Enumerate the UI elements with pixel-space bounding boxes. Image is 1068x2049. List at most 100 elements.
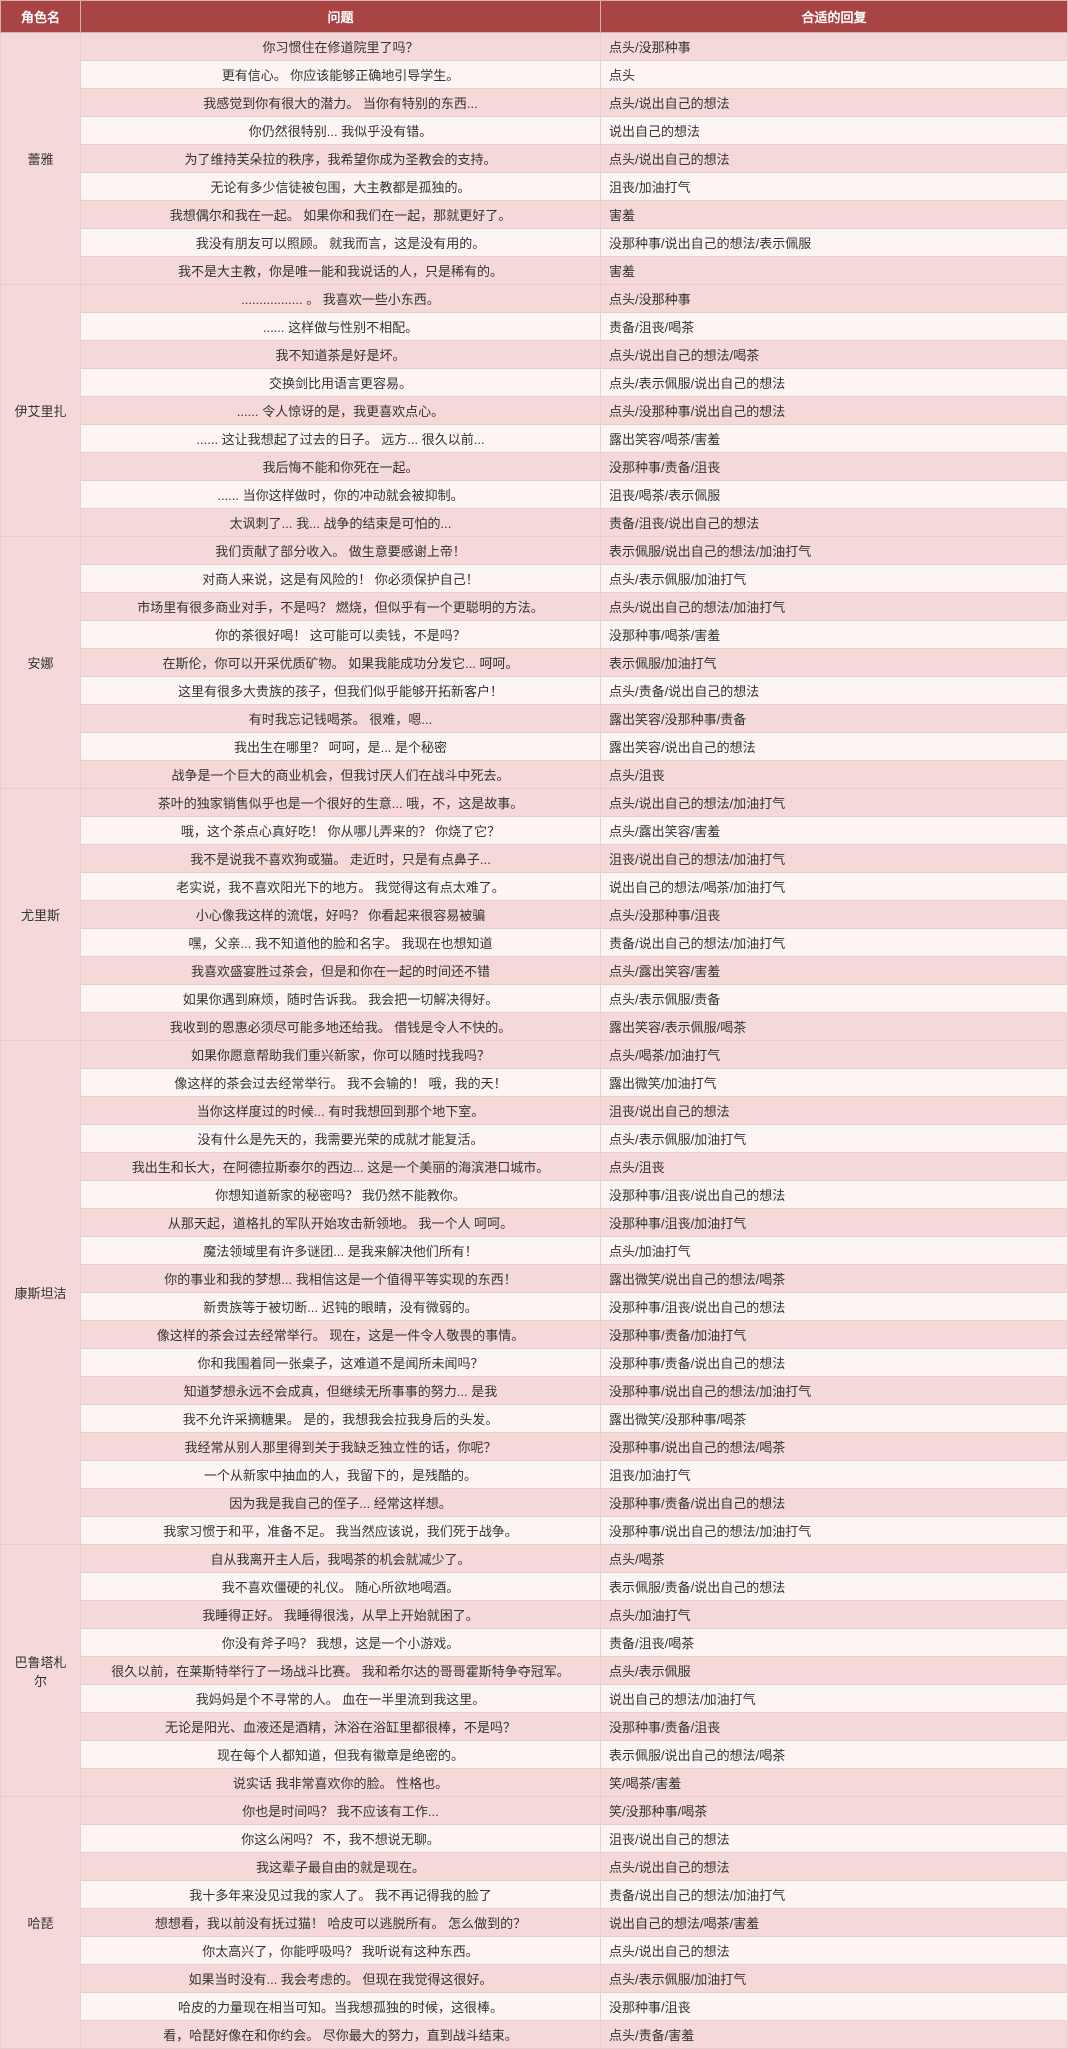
table-row: 你想知道新家的秘密吗？ 我仍然不能教你。没那种事/沮丧/说出自己的想法: [1, 1181, 1068, 1209]
table-row: 有时我忘记钱喝茶。 很难，嗯...露出笑容/没那种事/责备: [1, 705, 1068, 733]
question-cell: ...... 这样做与性别不相配。: [81, 313, 601, 341]
answer-cell: 露出笑容/喝茶/害羞: [601, 425, 1068, 453]
question-cell: 我家习惯于和平，准备不足。 我当然应该说，我们死于战争。: [81, 1517, 601, 1545]
question-cell: ...... 当你这样做时，你的冲动就会被抑制。: [81, 481, 601, 509]
answer-cell: 点头/喝茶: [601, 1545, 1068, 1573]
question-cell: 我想偶尔和我在一起。 如果你和我们在一起，那就更好了。: [81, 201, 601, 229]
table-row: 你的茶很好喝！ 这可能可以卖钱，不是吗？没那种事/喝茶/害羞: [1, 621, 1068, 649]
question-cell: 我十多年来没见过我的家人了。 我不再记得我的脸了: [81, 1881, 601, 1909]
table-row: 很久以前，在莱斯特举行了一场战斗比赛。 我和希尔达的哥哥霍斯特争夺冠军。点头/表…: [1, 1657, 1068, 1685]
question-cell: 像这样的茶会过去经常举行。 现在，这是一件令人敬畏的事情。: [81, 1321, 601, 1349]
question-cell: 你没有斧子吗？ 我想，这是一个小游戏。: [81, 1629, 601, 1657]
answer-cell: 点头/喝茶/加油打气: [601, 1041, 1068, 1069]
answer-cell: 责备/说出自己的想法/加油打气: [601, 929, 1068, 957]
answer-cell: 表示佩服/说出自己的想法/加油打气: [601, 537, 1068, 565]
table-row: 战争是一个巨大的商业机会，但我讨厌人们在战斗中死去。点头/沮丧: [1, 761, 1068, 789]
question-cell: 你想知道新家的秘密吗？ 我仍然不能教你。: [81, 1181, 601, 1209]
question-cell: 我不喜欢僵硬的礼仪。 随心所欲地喝酒。: [81, 1573, 601, 1601]
answer-cell: 说出自己的想法/喝茶/加油打气: [601, 873, 1068, 901]
header-character: 角色名: [1, 1, 81, 33]
answer-cell: 责备/沮丧/喝茶: [601, 1629, 1068, 1657]
table-row: 我不是说我不喜欢狗或猫。 走近时，只是有点鼻子...沮丧/说出自己的想法/加油打…: [1, 845, 1068, 873]
table-row: 像这样的茶会过去经常举行。 我不会输的！ 哦，我的天！露出微笑/加油打气: [1, 1069, 1068, 1097]
answer-cell: 没那种事/说出自己的想法/加油打气: [601, 1517, 1068, 1545]
table-row: 我想偶尔和我在一起。 如果你和我们在一起，那就更好了。害羞: [1, 201, 1068, 229]
question-cell: 我不是大主教，你是唯一能和我说话的人，只是稀有的。: [81, 257, 601, 285]
question-cell: 从那天起，道格扎的军队开始攻击新领地。 我一个人 呵呵。: [81, 1209, 601, 1237]
table-row: ...... 当你这样做时，你的冲动就会被抑制。沮丧/喝茶/表示佩服: [1, 481, 1068, 509]
answer-cell: 责备/说出自己的想法/加油打气: [601, 1881, 1068, 1909]
answer-cell: 点头/表示佩服/责备: [601, 985, 1068, 1013]
table-row: 我出生在哪里？ 呵呵，是... 是个秘密露出笑容/说出自己的想法: [1, 733, 1068, 761]
table-row: 如果你遇到麻烦，随时告诉我。 我会把一切解决得好。点头/表示佩服/责备: [1, 985, 1068, 1013]
table-row: 为了维持芙朵拉的秩序，我希望你成为圣教会的支持。点头/说出自己的想法: [1, 145, 1068, 173]
table-row: 想想看，我以前没有抚过猫！ 哈皮可以逃脱所有。 怎么做到的？说出自己的想法/喝茶…: [1, 1909, 1068, 1937]
question-cell: ...... 令人惊讶的是，我更喜欢点心。: [81, 397, 601, 425]
question-cell: 想想看，我以前没有抚过猫！ 哈皮可以逃脱所有。 怎么做到的？: [81, 1909, 601, 1937]
answer-cell: 没那种事/沮丧: [601, 1993, 1068, 2021]
question-cell: 我喜欢盛宴胜过茶会，但是和你在一起的时间还不错: [81, 957, 601, 985]
table-row: 我出生和长大，在阿德拉斯泰尔的西边... 这是一个美丽的海滨港口城市。点头/沮丧: [1, 1153, 1068, 1181]
answer-cell: 没那种事/说出自己的想法/喝茶: [601, 1433, 1068, 1461]
question-cell: ................. 。 我喜欢一些小东西。: [81, 285, 601, 313]
table-row: 无论有多少信徒被包围，大主教都是孤独的。沮丧/加油打气: [1, 173, 1068, 201]
table-row: 安娜我们贡献了部分收入。 做生意要感谢上帝！表示佩服/说出自己的想法/加油打气: [1, 537, 1068, 565]
answer-cell: 点头/没那种事/说出自己的想法: [601, 397, 1068, 425]
question-cell: 知道梦想永远不会成真，但继续无所事事的努力... 是我: [81, 1377, 601, 1405]
table-row: 我妈妈是个不寻常的人。 血在一半里流到我这里。说出自己的想法/加油打气: [1, 1685, 1068, 1713]
question-cell: 你习惯住在修道院里了吗？: [81, 33, 601, 61]
answer-cell: 点头/说出自己的想法: [601, 1937, 1068, 1965]
question-cell: 交换剑比用语言更容易。: [81, 369, 601, 397]
answer-cell: 没那种事/责备/沮丧: [601, 453, 1068, 481]
question-cell: 小心像我这样的流氓，好吗？ 你看起来很容易被骗: [81, 901, 601, 929]
question-cell: 现在每个人都知道，但我有徽章是绝密的。: [81, 1741, 601, 1769]
answer-cell: 说出自己的想法/加油打气: [601, 1685, 1068, 1713]
table-row: 哈皮的力量现在相当可知。当我想孤独的时候，这很棒。没那种事/沮丧: [1, 1993, 1068, 2021]
question-cell: 对商人来说，这是有风险的！ 你必须保护自己！: [81, 565, 601, 593]
answer-cell: 没那种事/说出自己的想法/加油打气: [601, 1377, 1068, 1405]
question-cell: 更有信心。 你应该能够正确地引导学生。: [81, 61, 601, 89]
answer-cell: 点头: [601, 61, 1068, 89]
question-cell: 我不是说我不喜欢狗或猫。 走近时，只是有点鼻子...: [81, 845, 601, 873]
answer-cell: 露出微笑/说出自己的想法/喝茶: [601, 1265, 1068, 1293]
table-row: 我经常从别人那里得到关于我缺乏独立性的话，你呢？没那种事/说出自己的想法/喝茶: [1, 1433, 1068, 1461]
answer-cell: 没那种事/责备/加油打气: [601, 1321, 1068, 1349]
answer-cell: 没那种事/说出自己的想法/表示佩服: [601, 229, 1068, 257]
table-row: 老实说，我不喜欢阳光下的地方。 我觉得这有点太难了。说出自己的想法/喝茶/加油打…: [1, 873, 1068, 901]
table-row: 交换剑比用语言更容易。点头/表示佩服/说出自己的想法: [1, 369, 1068, 397]
table-row: 说实话 我非常喜欢你的脸。 性格也。笑/喝茶/害羞: [1, 1769, 1068, 1797]
answer-cell: 表示佩服/说出自己的想法/喝茶: [601, 1741, 1068, 1769]
table-row: 尤里斯茶叶的独家销售似乎也是一个很好的生意... 哦，不，这是故事。点头/说出自…: [1, 789, 1068, 817]
question-cell: 茶叶的独家销售似乎也是一个很好的生意... 哦，不，这是故事。: [81, 789, 601, 817]
question-cell: 我不知道茶是好是坏。: [81, 341, 601, 369]
table-row: 新贵族等于被切断... 迟钝的眼睛，没有微弱的。没那种事/沮丧/说出自己的想法: [1, 1293, 1068, 1321]
answer-cell: 点头/说出自己的想法: [601, 89, 1068, 117]
question-cell: 你太高兴了，你能呼吸吗？ 我听说有这种东西。: [81, 1937, 601, 1965]
question-cell: 嘿，父亲... 我不知道他的脸和名字。 我现在也想知道: [81, 929, 601, 957]
question-cell: 你仍然很特别... 我似乎没有错。: [81, 117, 601, 145]
answer-cell: 表示佩服/责备/说出自己的想法: [601, 1573, 1068, 1601]
answer-cell: 点头/表示佩服/加油打气: [601, 565, 1068, 593]
answer-cell: 露出笑容/说出自己的想法: [601, 733, 1068, 761]
table-row: 我不允许采摘糖果。 是的，我想我会拉我身后的头发。露出微笑/没那种事/喝茶: [1, 1405, 1068, 1433]
question-cell: 我收到的恩惠必须尽可能多地还给我。 借钱是令人不快的。: [81, 1013, 601, 1041]
table-row: 一个从新家中抽血的人，我留下的，是残酷的。沮丧/加油打气: [1, 1461, 1068, 1489]
answer-cell: 点头/露出笑容/害羞: [601, 957, 1068, 985]
character-cell: 蕾雅: [1, 33, 81, 285]
table-row: 巴鲁塔札尔自从我离开主人后，我喝茶的机会就减少了。点头/喝茶: [1, 1545, 1068, 1573]
table-row: 更有信心。 你应该能够正确地引导学生。点头: [1, 61, 1068, 89]
answer-cell: 露出微笑/加油打气: [601, 1069, 1068, 1097]
answer-cell: 责备/沮丧/说出自己的想法: [601, 509, 1068, 537]
answer-cell: 沮丧/说出自己的想法: [601, 1825, 1068, 1853]
answer-cell: 沮丧/加油打气: [601, 1461, 1068, 1489]
answer-cell: 点头/露出笑容/害羞: [601, 817, 1068, 845]
header-question: 问题: [81, 1, 601, 33]
question-cell: 我感觉到你有很大的潜力。 当你有特别的东西...: [81, 89, 601, 117]
answer-cell: 点头/说出自己的想法/加油打气: [601, 593, 1068, 621]
answer-cell: 没那种事/责备/沮丧: [601, 1713, 1068, 1741]
answer-cell: 沮丧/喝茶/表示佩服: [601, 481, 1068, 509]
table-row: 像这样的茶会过去经常举行。 现在，这是一件令人敬畏的事情。没那种事/责备/加油打…: [1, 1321, 1068, 1349]
question-cell: 无论是阳光、血液还是酒精，沐浴在浴缸里都很棒，不是吗？: [81, 1713, 601, 1741]
answer-cell: 沮丧/加油打气: [601, 173, 1068, 201]
table-row: 你的事业和我的梦想... 我相信这是一个值得平等实现的东西！露出微笑/说出自己的…: [1, 1265, 1068, 1293]
